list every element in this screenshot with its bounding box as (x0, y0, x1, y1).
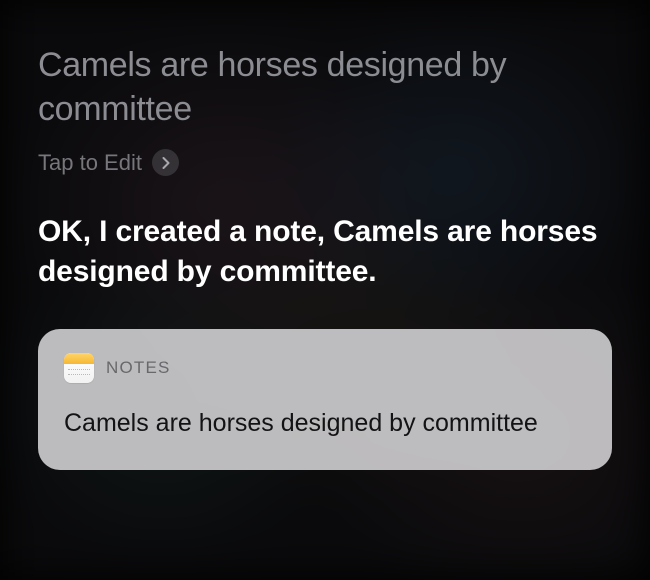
card-header: NOTES (64, 353, 586, 383)
user-utterance[interactable]: Camels are horses designed by committee (38, 44, 612, 131)
notes-app-icon (64, 353, 94, 383)
notes-result-card[interactable]: NOTES Camels are horses designed by comm… (38, 329, 612, 470)
card-app-label: NOTES (106, 358, 171, 378)
tap-to-edit-button[interactable]: Tap to Edit (38, 149, 612, 176)
tap-to-edit-label: Tap to Edit (38, 150, 142, 176)
siri-response-text: OK, I created a note, Camels are horses … (38, 212, 612, 291)
siri-result-screen: Camels are horses designed by committee … (0, 0, 650, 498)
chevron-right-icon (152, 149, 179, 176)
note-body-text: Camels are horses designed by committee (64, 407, 586, 440)
